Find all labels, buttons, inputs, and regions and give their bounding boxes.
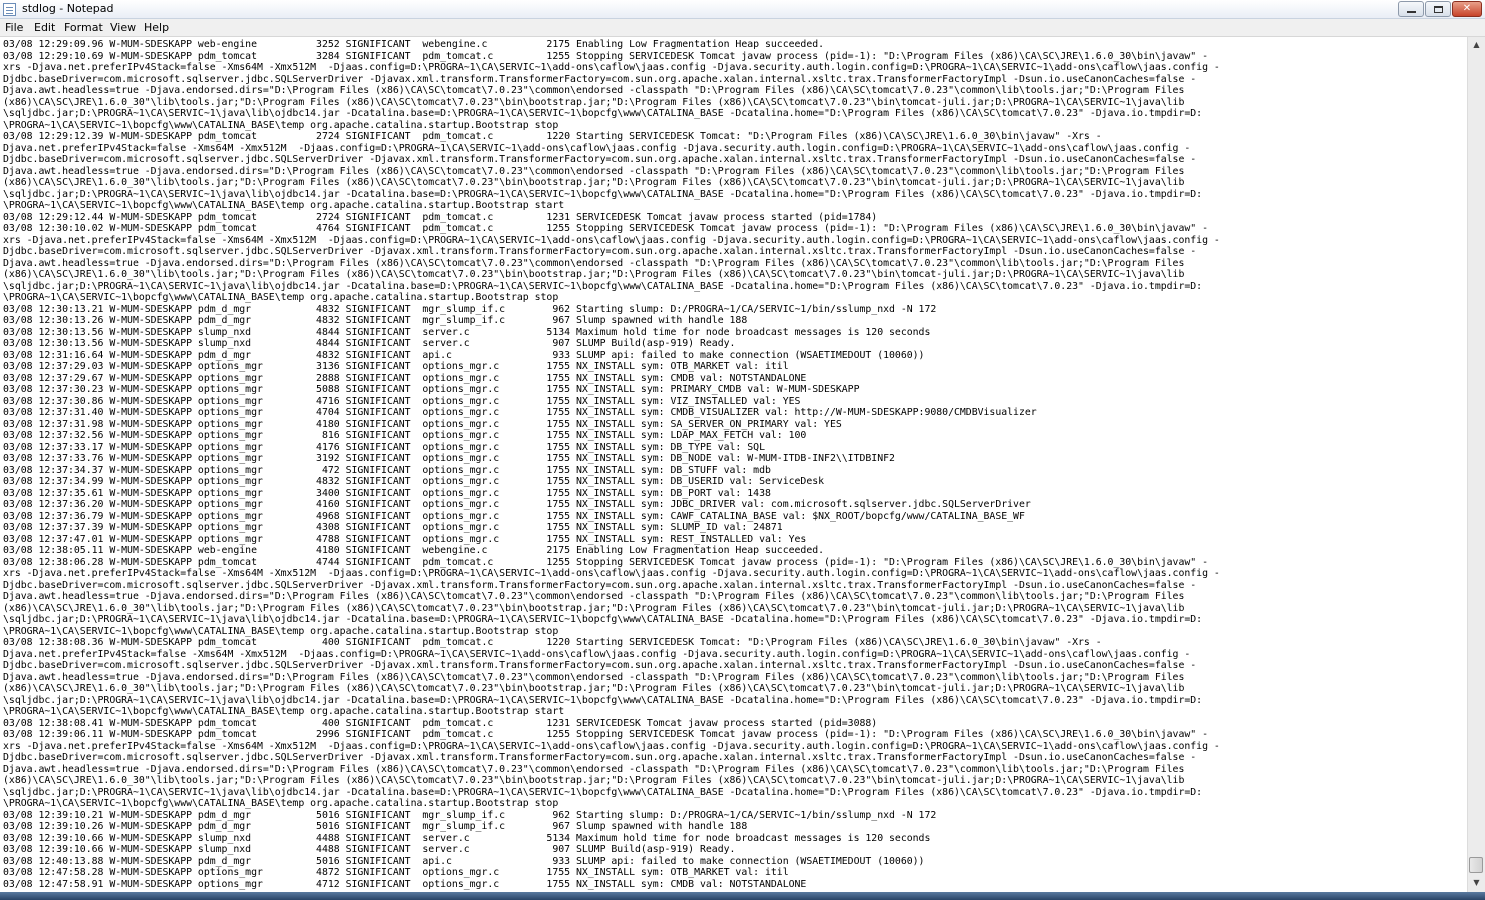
log-line: 03/08 12:30:13.21 W-MUM-SDESKAPP pdm_d_m… bbox=[3, 303, 937, 315]
close-icon: ✕ bbox=[1462, 3, 1472, 14]
log-line: 03/08 12:29:12.39 W-MUM-SDESKAPP pdm_tom… bbox=[3, 131, 1102, 142]
log-line: Djava.awt.headless=true -Djava.endorsed.… bbox=[3, 257, 1185, 269]
log-line: 03/08 12:38:08.36 W-MUM-SDESKAPP pdm_tom… bbox=[3, 637, 1102, 648]
log-line: 03/08 12:37:36.20 W-MUM-SDESKAPP options… bbox=[3, 499, 1031, 510]
log-line: 03/08 12:30:13.26 W-MUM-SDESKAPP pdm_d_m… bbox=[3, 315, 748, 326]
title-bar[interactable]: stdlog - Notepad ✕ bbox=[0, 0, 1485, 19]
log-line: 03/08 12:37:37.39 W-MUM-SDESKAPP options… bbox=[3, 522, 783, 533]
close-button[interactable]: ✕ bbox=[1452, 1, 1482, 17]
menu-edit[interactable]: Edit bbox=[34, 21, 55, 34]
menu-bar: File Edit Format View Help bbox=[0, 19, 1485, 37]
menu-format[interactable]: Format bbox=[64, 21, 103, 34]
log-line: (x86)\CA\SC\JRE\1.6.0_30"\lib\tools.jar;… bbox=[3, 96, 1185, 108]
log-line: 03/08 12:37:33.17 W-MUM-SDESKAPP options… bbox=[3, 441, 765, 453]
menu-help[interactable]: Help bbox=[144, 21, 169, 34]
log-line: 03/08 12:29:09.96 W-MUM-SDESKAPP web-eng… bbox=[3, 39, 825, 50]
log-line: Djdbc.baseDriver=com.microsoft.sqlserver… bbox=[3, 752, 1197, 763]
log-line: 03/08 12:37:29.03 W-MUM-SDESKAPP options… bbox=[3, 361, 789, 372]
log-line: Djava.awt.headless=true -Djava.endorsed.… bbox=[3, 671, 1185, 683]
log-line: (x86)\CA\SC\JRE\1.6.0_30"\lib\tools.jar;… bbox=[3, 269, 1185, 280]
log-line: (x86)\CA\SC\JRE\1.6.0_30"\lib\tools.jar;… bbox=[3, 683, 1185, 694]
scroll-thumb[interactable] bbox=[1469, 857, 1483, 873]
log-line: Djava.awt.headless=true -Djava.endorsed.… bbox=[3, 591, 1185, 602]
log-line: 03/08 12:37:31.98 W-MUM-SDESKAPP options… bbox=[3, 418, 842, 430]
log-line: \PROGRA~1\CA\SERVIC~1\bopcfg\www\CATALIN… bbox=[3, 798, 559, 809]
log-line: \PROGRA~1\CA\SERVIC~1\bopcfg\www\CATALIN… bbox=[3, 200, 565, 211]
menu-file[interactable]: File bbox=[5, 21, 23, 34]
log-line: 03/08 12:37:36.79 W-MUM-SDESKAPP options… bbox=[3, 510, 1025, 522]
log-line: 03/08 12:31:16.64 W-MUM-SDESKAPP pdm_d_m… bbox=[3, 349, 925, 361]
log-line: (x86)\CA\SC\JRE\1.6.0_30"\lib\tools.jar;… bbox=[3, 177, 1185, 188]
log-line: Djava.awt.headless=true -Djava.endorsed.… bbox=[3, 85, 1185, 96]
log-line: 03/08 12:39:10.66 W-MUM-SDESKAPP slump_n… bbox=[3, 832, 931, 844]
maximize-button[interactable] bbox=[1425, 1, 1451, 17]
log-line: 03/08 12:39:10.26 W-MUM-SDESKAPP pdm_d_m… bbox=[3, 821, 748, 832]
vertical-scrollbar[interactable]: ▲ ▼ bbox=[1467, 37, 1485, 892]
text-editor[interactable]: 03/08 12:29:09.96 W-MUM-SDESKAPP web-eng… bbox=[0, 37, 1467, 892]
log-line: 03/08 12:37:30.86 W-MUM-SDESKAPP options… bbox=[3, 395, 801, 407]
scroll-up-arrow-icon[interactable]: ▲ bbox=[1470, 38, 1483, 52]
log-line: 03/08 12:29:10.69 W-MUM-SDESKAPP pdm_tom… bbox=[3, 50, 1208, 62]
log-line: \sqljdbc.jar;D:\PROGRA~1\CA\SERVIC~1\jav… bbox=[3, 188, 1203, 200]
log-line: \sqljdbc.jar;D:\PROGRA~1\CA\SERVIC~1\jav… bbox=[3, 694, 1203, 706]
log-line: 03/08 12:37:34.99 W-MUM-SDESKAPP options… bbox=[3, 476, 825, 487]
log-line: (x86)\CA\SC\JRE\1.6.0_30"\lib\tools.jar;… bbox=[3, 602, 1185, 614]
maximize-icon bbox=[1434, 6, 1443, 13]
log-line: Djdbc.baseDriver=com.microsoft.sqlserver… bbox=[3, 154, 1197, 165]
log-line: 03/08 12:40:13.88 W-MUM-SDESKAPP pdm_d_m… bbox=[3, 855, 925, 867]
log-line: 03/08 12:37:30.23 W-MUM-SDESKAPP options… bbox=[3, 384, 860, 395]
scroll-down-arrow-icon[interactable]: ▼ bbox=[1470, 876, 1483, 890]
log-line: Djdbc.baseDriver=com.microsoft.sqlserver… bbox=[3, 660, 1197, 671]
log-line: xrs -Djava.net.preferIPv4Stack=false -Xm… bbox=[3, 568, 1220, 579]
log-line: \sqljdbc.jar;D:\PROGRA~1\CA\SERVIC~1\jav… bbox=[3, 108, 1203, 119]
log-line: \sqljdbc.jar;D:\PROGRA~1\CA\SERVIC~1\jav… bbox=[3, 786, 1203, 798]
log-line: 03/08 12:30:13.56 W-MUM-SDESKAPP slump_n… bbox=[3, 326, 931, 338]
log-line: 03/08 12:30:10.02 W-MUM-SDESKAPP pdm_tom… bbox=[3, 223, 1208, 234]
log-line: 03/08 12:39:10.21 W-MUM-SDESKAPP pdm_d_m… bbox=[3, 809, 937, 821]
log-line: 03/08 12:37:29.67 W-MUM-SDESKAPP options… bbox=[3, 372, 807, 384]
taskbar bbox=[0, 892, 1485, 900]
window-controls: ✕ bbox=[1397, 1, 1482, 17]
log-line: 03/08 12:38:08.41 W-MUM-SDESKAPP pdm_tom… bbox=[3, 717, 878, 729]
log-line: 03/08 12:37:33.76 W-MUM-SDESKAPP options… bbox=[3, 453, 895, 464]
log-line: \PROGRA~1\CA\SERVIC~1\bopcfg\www\CATALIN… bbox=[3, 292, 559, 303]
log-line: 03/08 12:30:13.56 W-MUM-SDESKAPP slump_n… bbox=[3, 338, 736, 349]
log-line: 03/08 12:37:47.01 W-MUM-SDESKAPP options… bbox=[3, 533, 807, 545]
menu-view[interactable]: View bbox=[110, 21, 136, 34]
log-line: \sqljdbc.jar;D:\PROGRA~1\CA\SERVIC~1\jav… bbox=[3, 614, 1203, 625]
log-line: 03/08 12:29:12.44 W-MUM-SDESKAPP pdm_tom… bbox=[3, 211, 878, 223]
log-line: 03/08 12:37:35.61 W-MUM-SDESKAPP options… bbox=[3, 487, 771, 499]
minimize-button[interactable] bbox=[1398, 1, 1424, 17]
log-line: Djava.net.preferIPv4Stack=false -Xms64M … bbox=[3, 142, 1191, 154]
log-line: Djava.awt.headless=true -Djava.endorsed.… bbox=[3, 165, 1185, 177]
log-line: \PROGRA~1\CA\SERVIC~1\bopcfg\www\CATALIN… bbox=[3, 706, 565, 717]
log-line: 03/08 12:47:58.91 W-MUM-SDESKAPP options… bbox=[3, 878, 807, 890]
log-line: Djava.awt.headless=true -Djava.endorsed.… bbox=[3, 763, 1185, 775]
log-line: Djdbc.baseDriver=com.microsoft.sqlserver… bbox=[3, 579, 1197, 591]
log-line: xrs -Djava.net.preferIPv4Stack=false -Xm… bbox=[3, 62, 1220, 73]
minimize-icon bbox=[1407, 11, 1416, 13]
log-line: Djdbc.baseDriver=com.microsoft.sqlserver… bbox=[3, 246, 1197, 257]
log-line: 03/08 12:39:10.66 W-MUM-SDESKAPP slump_n… bbox=[3, 844, 736, 855]
log-line: 03/08 12:47:58.28 W-MUM-SDESKAPP options… bbox=[3, 867, 789, 878]
log-line: Djdbc.baseDriver=com.microsoft.sqlserver… bbox=[3, 73, 1197, 85]
log-line: 03/08 12:37:32.56 W-MUM-SDESKAPP options… bbox=[3, 430, 807, 441]
log-line: xrs -Djava.net.preferIPv4Stack=false -Xm… bbox=[3, 740, 1220, 752]
log-line: 03/08 12:39:06.11 W-MUM-SDESKAPP pdm_tom… bbox=[3, 729, 1208, 740]
log-line: Djava.net.preferIPv4Stack=false -Xms64M … bbox=[3, 648, 1191, 660]
window-title: stdlog - Notepad bbox=[22, 2, 114, 15]
log-line: \sqljdbc.jar;D:\PROGRA~1\CA\SERVIC~1\jav… bbox=[3, 280, 1203, 292]
log-line: 03/08 12:38:06.28 W-MUM-SDESKAPP pdm_tom… bbox=[3, 556, 1208, 568]
log-line: \PROGRA~1\CA\SERVIC~1\bopcfg\www\CATALIN… bbox=[3, 119, 559, 131]
notepad-icon[interactable] bbox=[3, 3, 16, 16]
log-line: (x86)\CA\SC\JRE\1.6.0_30"\lib\tools.jar;… bbox=[3, 775, 1185, 786]
log-line: 03/08 12:37:31.40 W-MUM-SDESKAPP options… bbox=[3, 407, 1037, 418]
log-line: 03/08 12:37:34.37 W-MUM-SDESKAPP options… bbox=[3, 464, 771, 476]
log-line: 03/08 12:38:05.11 W-MUM-SDESKAPP web-eng… bbox=[3, 545, 825, 556]
log-line: xrs -Djava.net.preferIPv4Stack=false -Xm… bbox=[3, 234, 1220, 246]
log-line: \PROGRA~1\CA\SERVIC~1\bopcfg\www\CATALIN… bbox=[3, 625, 559, 637]
